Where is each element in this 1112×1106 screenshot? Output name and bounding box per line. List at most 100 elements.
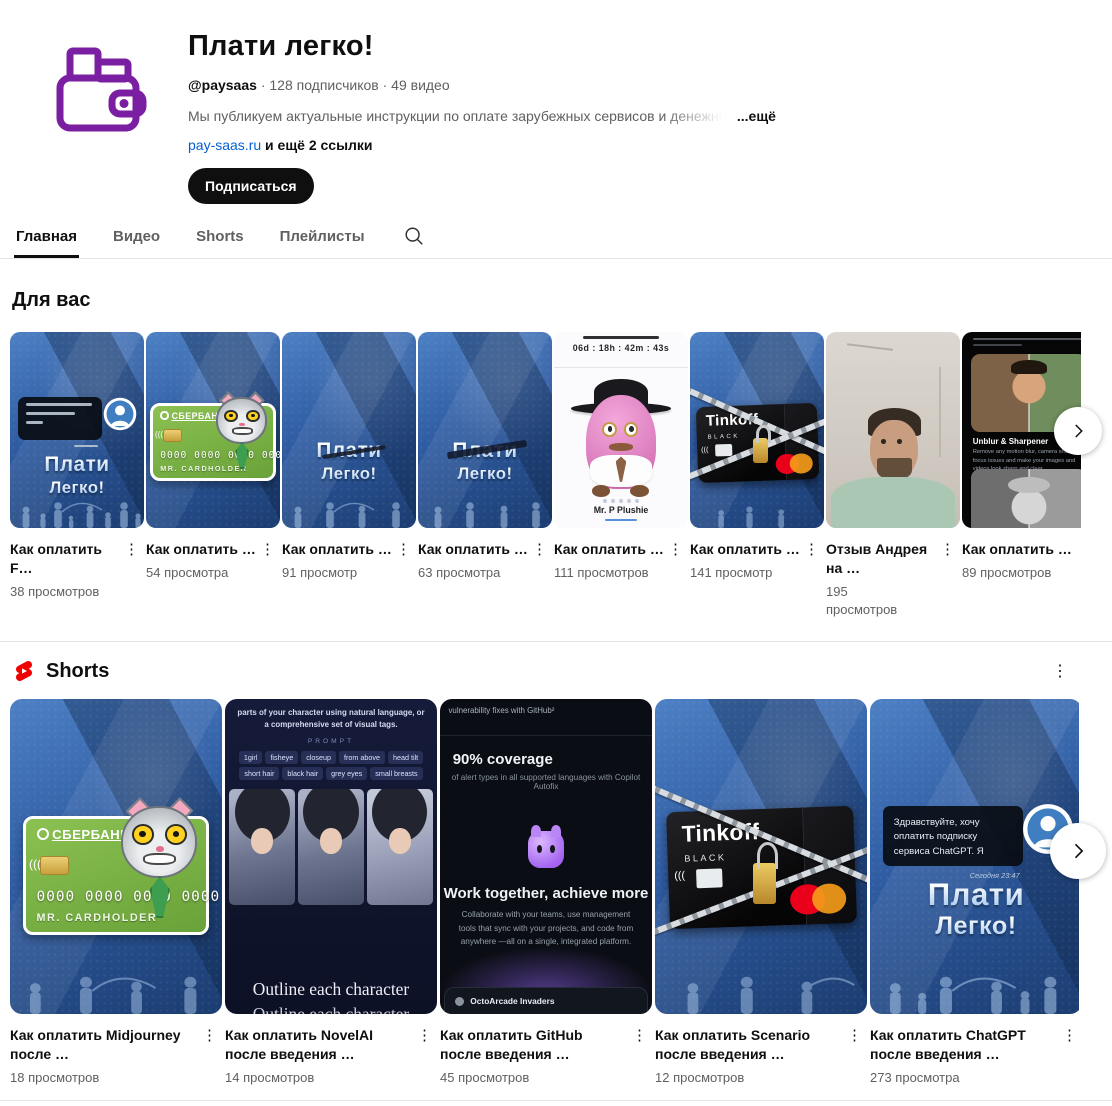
crowd-silhouette — [889, 976, 1057, 1014]
short-thumbnail[interactable]: СБЕРБАНК ))) 0000 0000 0000 0000 MR. CAR… — [10, 699, 222, 1014]
video-title[interactable]: Как оплатить … — [282, 540, 392, 559]
video-menu-button[interactable]: ⋮ — [396, 540, 411, 582]
video-thumbnail[interactable]: Tinkoff BLACK ))) — [690, 332, 824, 528]
video-thumbnail[interactable]: СБЕРБАНК ))) 0000 0000 0000 0000 MR. CAR… — [146, 332, 280, 528]
channel-description[interactable]: Мы публикуем актуальные инструкции по оп… — [188, 108, 776, 124]
github-footer-label: OctoArcade Invaders — [470, 996, 555, 1007]
video-title[interactable]: Как оплатить … — [962, 540, 1072, 559]
video-thumbnail[interactable]: Плати Легко! — [418, 332, 552, 528]
novelai-intro-text: parts of your character using natural la… — [237, 707, 425, 730]
shorts-carousel: СБЕРБАНК ))) 0000 0000 0000 0000 MR. CAR… — [0, 699, 1112, 1087]
tab-shorts[interactable]: Shorts — [192, 218, 248, 258]
wallet-icon — [56, 47, 147, 132]
short-menu-button[interactable]: ⋮ — [202, 1026, 217, 1087]
short-card: СБЕРБАНК ))) 0000 0000 0000 0000 MR. CAR… — [10, 699, 222, 1087]
carousel-next-button[interactable] — [1054, 407, 1102, 455]
short-views: 12 просмотров — [655, 1070, 745, 1085]
video-thumbnail[interactable]: Плати Легко! — [282, 332, 416, 528]
shorts-carousel-next-button[interactable] — [1050, 823, 1106, 879]
tab-playlists[interactable]: Плейлисты — [276, 218, 369, 258]
video-title[interactable]: Как оплатить … — [554, 540, 664, 559]
brand-text-line1: Плати — [10, 453, 144, 476]
video-menu-button[interactable]: ⋮ — [124, 540, 139, 601]
anime-image-strip — [229, 788, 433, 906]
divider-line — [554, 367, 688, 369]
short-thumbnail[interactable]: Tinkoff BLACK ))) — [655, 699, 867, 1014]
unblur-title: Unblur & Sharpener — [972, 436, 1049, 446]
subscriber-count: 128 подписчиков — [269, 77, 379, 93]
more-links-label[interactable]: и ещё 2 ссылки — [265, 137, 372, 153]
video-views: 63 просмотра — [418, 565, 501, 580]
crowd-silhouette — [29, 976, 197, 1014]
short-menu-button[interactable]: ⋮ — [1062, 1026, 1077, 1087]
support-avatar — [103, 397, 137, 431]
short-meta: Как оплатить Midjourney после … 18 просм… — [10, 1014, 222, 1087]
prompt-tag: grey eyes — [326, 766, 368, 780]
short-thumbnail[interactable]: Здравствуйте, хочу оплатить подписку сер… — [870, 699, 1079, 1014]
short-views: 18 просмотров — [10, 1070, 100, 1085]
channel-link[interactable]: pay-saas.ru — [188, 137, 261, 153]
video-menu-button[interactable]: ⋮ — [668, 540, 683, 582]
video-meta: Как оплатить … 111 просмотров ⋮ — [554, 528, 688, 582]
shorts-section-menu[interactable]: ⋮ — [1052, 661, 1068, 681]
video-title[interactable]: Как оплатить … — [418, 540, 528, 559]
short-views: 273 просмотра — [870, 1070, 960, 1085]
video-thumbnail[interactable]: 06d : 18h : 42m : 43s Mr. P Plushie — [554, 332, 688, 528]
sber-logo-icon — [160, 411, 169, 420]
plushie-eye — [629, 426, 634, 432]
channel-tabbar: Главная Видео Shorts Плейлисты — [0, 218, 1112, 259]
for-you-row: Плати Легко! Как оплатить F… 38 просмотр… — [0, 332, 1081, 619]
video-title[interactable]: Отзыв Андрея на … — [826, 540, 936, 578]
channel-search-button[interactable] — [403, 225, 425, 251]
short-thumbnail[interactable]: vulnerability fixes with GitHub² 90% cov… — [440, 699, 652, 1014]
video-menu-button[interactable]: ⋮ — [532, 540, 547, 582]
short-menu-button[interactable]: ⋮ — [632, 1026, 647, 1087]
prompt-tag: small breasts — [370, 766, 423, 780]
divider-line — [440, 735, 652, 737]
card-chip — [714, 443, 733, 457]
channel-meta: @paysaas · 128 подписчиков · 49 видео — [188, 77, 776, 93]
video-thumbnail[interactable] — [826, 332, 960, 528]
meta-dot: · — [260, 77, 266, 93]
man-eye — [897, 438, 903, 444]
shorts-logo-icon — [15, 661, 33, 681]
short-title[interactable]: Как оплатить Scenario после введения … — [655, 1026, 841, 1064]
short-title[interactable]: Как оплатить ChatGPT после введения … — [870, 1026, 1056, 1064]
sber-logo: СБЕРБАНК — [36, 827, 129, 842]
video-menu-button[interactable]: ⋮ — [940, 540, 955, 619]
ceiling-line — [847, 342, 893, 351]
brand-text-line2: Легко! — [418, 465, 552, 483]
video-title[interactable]: Как оплатить … — [146, 540, 256, 559]
tab-home[interactable]: Главная — [12, 218, 81, 258]
subscribe-button[interactable]: Подписаться — [188, 168, 314, 204]
short-title[interactable]: Как оплатить NovelAI после введения … — [225, 1026, 411, 1064]
video-title[interactable]: Как оплатить F… — [10, 540, 120, 578]
video-card: 06d : 18h : 42m : 43s Mr. P Plushie Как … — [554, 332, 688, 619]
short-title[interactable]: Как оплатить GitHub после введения … — [440, 1026, 626, 1064]
short-thumbnail[interactable]: parts of your character using natural la… — [225, 699, 437, 1014]
chat-timestamp — [74, 444, 99, 447]
video-menu-button[interactable]: ⋮ — [260, 540, 275, 582]
short-menu-button[interactable]: ⋮ — [847, 1026, 862, 1087]
video-menu-button[interactable]: ⋮ — [1076, 540, 1081, 582]
channel-avatar[interactable] — [36, 28, 160, 152]
video-views: 89 просмотров — [962, 565, 1052, 580]
novelai-caption-clipped: Outline each character — [252, 1004, 410, 1014]
search-icon — [405, 227, 423, 245]
video-thumbnail[interactable]: Плати Легко! — [10, 332, 144, 528]
plushie-link-bar — [604, 519, 638, 522]
chat-line — [26, 420, 43, 424]
short-title[interactable]: Как оплатить Midjourney после … — [10, 1026, 196, 1064]
cat-mascot — [213, 391, 271, 471]
github-coverage-sub: of alert types in all supported language… — [451, 773, 641, 792]
video-title[interactable]: Как оплатить … — [690, 540, 800, 559]
video-card: Плати Легко! Как оплатить … — [418, 332, 552, 619]
short-menu-button[interactable]: ⋮ — [417, 1026, 432, 1087]
tab-videos[interactable]: Видео — [109, 218, 164, 258]
prompt-tag: 1girl — [238, 750, 263, 764]
video-count: 49 видео — [391, 77, 450, 93]
description-more-link[interactable]: ...ещё — [737, 108, 776, 124]
video-menu-button[interactable]: ⋮ — [804, 540, 819, 582]
contactless-icon: ))) — [673, 870, 685, 883]
chat-bubble: Здравствуйте, хочу оплатить подписку сер… — [882, 806, 1023, 866]
